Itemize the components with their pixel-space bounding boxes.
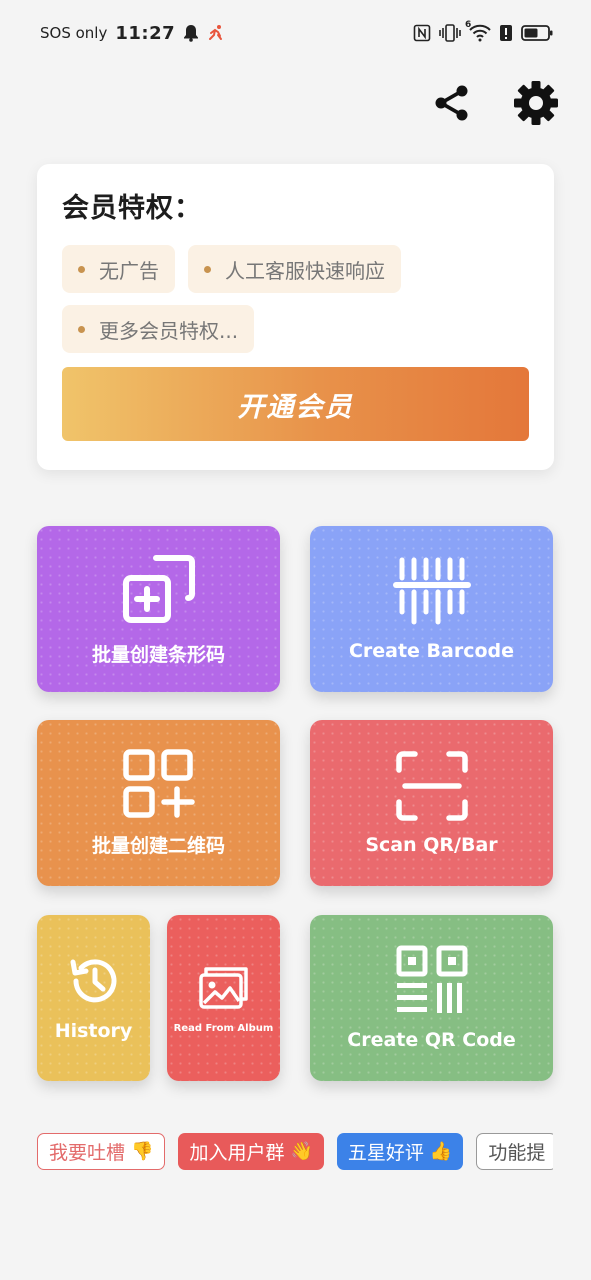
open-membership-button[interactable]: 开通会员 <box>62 367 529 441</box>
status-left: SOS only 11:27 <box>40 23 225 44</box>
status-bar: SOS only 11:27 6 <box>0 0 591 66</box>
feature-suggestion-chip[interactable]: 功能提 <box>476 1133 553 1170</box>
chip-label: 我要吐槽 <box>49 1142 126 1164</box>
running-app-icon <box>207 24 225 42</box>
member-title: 会员特权： <box>62 193 202 224</box>
tile-label: 批量创建条形码 <box>91 643 225 666</box>
battery-icon <box>521 24 553 42</box>
barcode-scan-icon <box>392 556 472 628</box>
status-right: 6 <box>413 20 553 42</box>
share-icon <box>435 85 468 121</box>
tile-label: Create QR Code <box>347 1029 516 1051</box>
tile-label: History <box>54 1020 133 1042</box>
batch-add-icon <box>120 552 198 628</box>
thumbs-up-icon: 👍 <box>429 1141 453 1162</box>
perk-item: 人工客服快速响应 <box>188 245 401 293</box>
perk-list: 无广告 人工客服快速响应 更多会员特权... <box>62 245 442 353</box>
wifi-badge: 6 <box>465 20 472 30</box>
share-button[interactable] <box>429 80 475 126</box>
five-star-rating-chip[interactable]: 五星好评 👍 <box>336 1133 464 1170</box>
chip-label: 五星好评 <box>347 1142 424 1164</box>
vibrate-icon <box>439 24 461 42</box>
bullet-dot <box>78 325 85 333</box>
bell-icon <box>183 24 199 42</box>
apps-add-icon <box>122 748 196 819</box>
perk-item: 更多会员特权... <box>62 305 255 353</box>
alert-icon <box>499 24 513 42</box>
scan-frame-icon <box>395 750 469 822</box>
perk-label: 无广告 <box>99 258 159 283</box>
batch-create-barcode-tile[interactable]: 批量创建条形码 <box>37 526 280 692</box>
history-icon <box>67 954 121 1008</box>
perk-label: 更多会员特权... <box>99 318 239 343</box>
feedback-chip[interactable]: 我要吐槽 👎 <box>37 1133 166 1170</box>
read-from-album-tile[interactable]: Read From Album <box>167 915 280 1081</box>
bullet-dot <box>204 265 211 273</box>
join-user-group-chip[interactable]: 加入用户群 👋 <box>178 1133 324 1170</box>
tile-label: 批量创建二维码 <box>91 834 225 857</box>
chip-label: 加入用户群 <box>189 1142 285 1164</box>
perk-label: 人工客服快速响应 <box>225 258 385 283</box>
carrier-label: SOS only <box>40 24 108 42</box>
waving-hand-icon: 👋 <box>290 1141 313 1162</box>
chip-label: 功能提 <box>488 1142 546 1164</box>
tile-label: Read From Album <box>173 1022 274 1034</box>
top-actions <box>429 80 559 126</box>
tile-label: Create Barcode <box>348 640 515 662</box>
scan-tile[interactable]: Scan QR/Bar <box>310 720 553 886</box>
batch-create-qr-tile[interactable]: 批量创建二维码 <box>37 720 280 886</box>
member-card: 会员特权： 无广告 人工客服快速响应 更多会员特权... 开通会员 <box>37 164 554 470</box>
perk-item: 无广告 <box>62 245 175 293</box>
gear-icon <box>514 81 558 125</box>
create-barcode-tile[interactable]: Create Barcode <box>310 526 553 692</box>
clock: 11:27 <box>115 22 176 44</box>
history-tile[interactable]: History <box>37 915 150 1081</box>
action-chips: 我要吐槽 👎 加入用户群 👋 五星好评 👍 功能提 <box>37 1133 553 1171</box>
settings-button[interactable] <box>513 80 559 126</box>
bullet-dot <box>78 265 85 273</box>
qr-code-icon <box>396 945 468 1017</box>
wifi-icon: 6 <box>465 20 491 42</box>
thumbs-down-icon: 👎 <box>131 1141 154 1162</box>
nfc-icon <box>413 24 431 42</box>
tile-label: Scan QR/Bar <box>365 834 498 856</box>
image-icon <box>198 963 250 1011</box>
create-qr-code-tile[interactable]: Create QR Code <box>310 915 553 1081</box>
